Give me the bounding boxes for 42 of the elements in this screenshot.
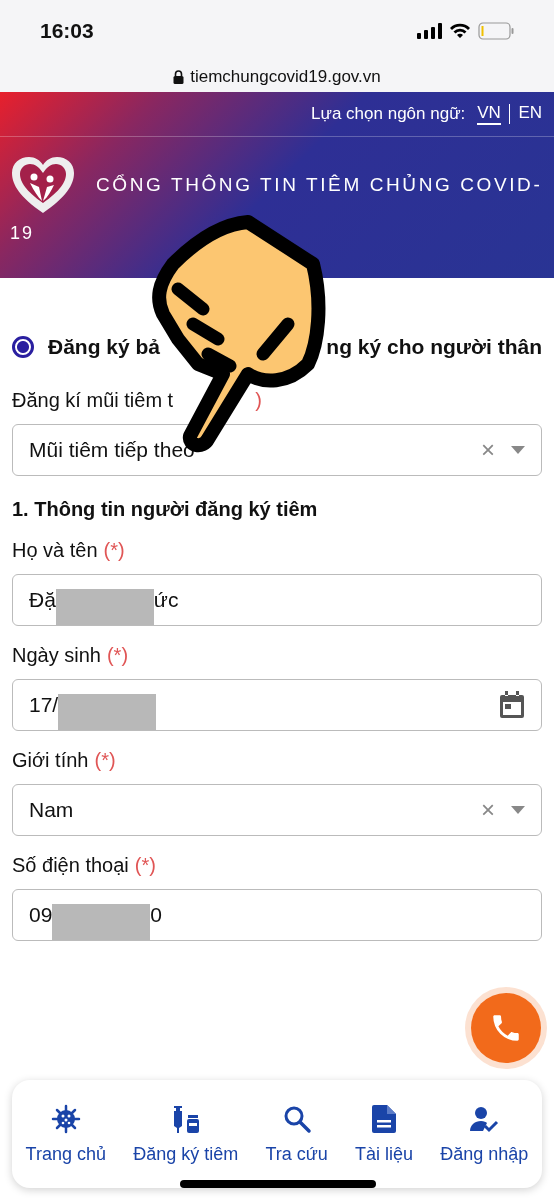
nav-item[interactable]: Tra cứu [265, 1103, 328, 1165]
language-option[interactable]: EN [518, 103, 542, 125]
field-label: Số điện thoại [12, 854, 129, 877]
section-title: 1. Thông tin người đăng ký tiêm [12, 498, 319, 521]
portal-title: 19 [9, 222, 36, 244]
lock-icon [173, 70, 185, 84]
gender-select[interactable]: Nam × [12, 784, 542, 836]
field-label: Giới tính [12, 749, 89, 772]
field-label: Đăng kí mũi tiêm t [12, 389, 174, 412]
field-label: Họ và tên [12, 539, 98, 562]
input-field[interactable]: 09 0 [12, 889, 542, 941]
call-button[interactable] [471, 993, 541, 1063]
required-mark: (*) [134, 854, 156, 877]
signal-icon [417, 23, 442, 39]
radio-label[interactable]: Đăng ký bả [48, 335, 161, 359]
field-label: Ngày sinh [12, 644, 101, 667]
battery-icon [478, 22, 514, 40]
nav-item[interactable]: Đăng nhập [440, 1103, 529, 1165]
required-mark: (*) [103, 539, 125, 562]
document-icon [371, 1103, 398, 1134]
nav-item[interactable]: Đăng ký tiêm [133, 1103, 239, 1165]
required-mark: ) [255, 389, 262, 412]
virus-icon [50, 1103, 81, 1134]
calendar-icon[interactable] [499, 691, 525, 719]
wifi-icon [449, 23, 471, 39]
date-field[interactable]: 17/ [12, 679, 542, 731]
language-label: Lựa chọn ngôn ngữ: [311, 104, 466, 124]
nav-item[interactable]: Trang chủ [25, 1103, 106, 1165]
input-field[interactable]: Đặ ức [12, 574, 542, 626]
required-mark: (*) [94, 749, 116, 772]
clear-icon[interactable]: × [481, 796, 495, 824]
clear-icon[interactable]: × [481, 436, 495, 464]
nav-item[interactable]: Tài liệu [355, 1103, 414, 1165]
required-mark: (*) [106, 644, 129, 667]
radio-button[interactable] [12, 336, 34, 358]
status-time: 16:03 [40, 19, 94, 43]
dropdown-arrow-icon [511, 806, 525, 814]
language-option[interactable]: VN [477, 103, 501, 125]
dropdown-arrow-icon [511, 446, 525, 454]
portal-title: CỔNG THÔNG TIN TIÊM CHỦNG COVID- [96, 174, 543, 196]
radio-label[interactable]: ng ký cho người thân [326, 335, 542, 359]
heart-logo-icon [10, 155, 76, 215]
